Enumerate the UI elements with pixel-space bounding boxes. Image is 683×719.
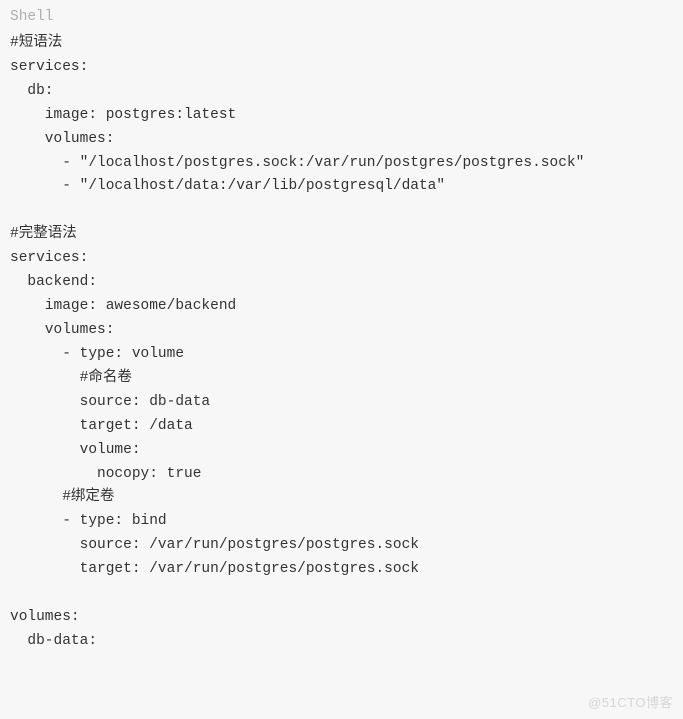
- watermark-text: @51CTO博客: [588, 692, 673, 713]
- code-block: #短语法 services: db: image: postgres:lates…: [10, 32, 673, 654]
- language-label: Shell: [10, 6, 673, 30]
